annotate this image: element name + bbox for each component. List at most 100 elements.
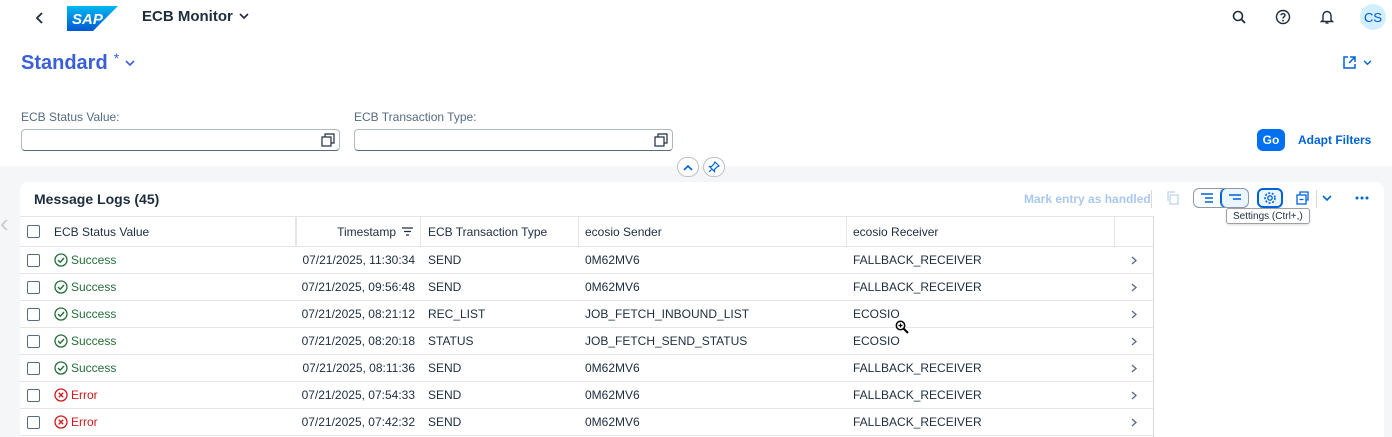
success-icon (54, 280, 68, 294)
receiver-cell: ECOSIO (853, 307, 900, 321)
status-value: Error (54, 415, 98, 429)
status-text: Error (71, 388, 98, 402)
timestamp-cell: 07/21/2025, 07:54:33 (301, 388, 415, 402)
help-icon[interactable] (1272, 6, 1294, 28)
row-navigation-icon[interactable] (1115, 409, 1153, 435)
row-density-segmented[interactable] (1193, 188, 1249, 208)
variant-modified-marker: * (113, 49, 120, 66)
table-row[interactable]: Success 07/21/2025, 08:20:18 STATUS JOB_FET… (20, 328, 1153, 355)
back-icon[interactable] (30, 8, 50, 28)
row-checkbox[interactable] (27, 388, 40, 402)
table-row[interactable]: Error 07/21/2025, 07:42:32 SEND 0M62MV6 FALL… (20, 409, 1153, 436)
table-row[interactable]: Success 07/21/2025, 09:56:48 SEND 0M62MV6 FA… (20, 274, 1153, 301)
column-header-timestamp[interactable]: Timestamp (296, 217, 421, 246)
column-header-receiver[interactable]: ecosio Receiver (847, 217, 1115, 246)
row-navigation-icon[interactable] (1115, 274, 1153, 300)
copy-icon[interactable] (1160, 188, 1186, 208)
type-cell: STATUS (428, 334, 474, 348)
collapse-rows-icon[interactable] (1219, 189, 1248, 207)
table-row[interactable]: Success 07/21/2025, 08:11:36 SEND 0M62MV6 FA… (20, 355, 1153, 382)
chevron-up-icon (683, 164, 693, 171)
error-icon (54, 388, 68, 402)
type-cell: SEND (428, 388, 462, 402)
column-header-sender[interactable]: ecosio Sender (579, 217, 847, 246)
go-button[interactable]: Go (1257, 129, 1285, 151)
column-header-status[interactable]: ECB Status Value (54, 217, 296, 246)
settings-icon[interactable] (1257, 188, 1283, 208)
sender-cell: JOB_FETCH_SEND_STATUS (585, 334, 748, 348)
type-filter-label: ECB Transaction Type: (354, 110, 477, 124)
collapse-header-button[interactable] (677, 157, 699, 177)
timestamp-cell: 07/21/2025, 07:42:32 (301, 415, 415, 429)
row-navigation-icon[interactable] (1115, 247, 1153, 273)
status-cell: Error (54, 382, 296, 408)
pin-icon (708, 161, 720, 173)
row-checkbox[interactable] (27, 415, 40, 429)
row-navigation-icon[interactable] (1115, 301, 1153, 327)
column-header-status-label: ECB Status Value (54, 224, 150, 239)
expand-rows-icon[interactable] (1194, 189, 1221, 207)
type-cell: REC_LIST (428, 307, 486, 321)
row-select-cell (27, 274, 45, 300)
notifications-icon[interactable] (1316, 6, 1338, 28)
collapse-side-arrow-icon[interactable]: ‹ (0, 208, 18, 238)
export-icon[interactable] (1289, 188, 1315, 208)
user-avatar[interactable]: CS (1360, 4, 1386, 30)
sender-cell: 0M62MV6 (585, 280, 640, 294)
app-title-menu[interactable]: ECB Monitor (142, 8, 249, 25)
message-logs-table: ECB Status Value Timestamp ECB Transacti… (20, 216, 1153, 436)
status-value: Success (54, 253, 116, 267)
row-navigation-icon[interactable] (1115, 328, 1153, 354)
row-select-cell (27, 409, 45, 435)
value-help-icon[interactable] (321, 133, 335, 147)
table-row[interactable]: Success 07/21/2025, 08:21:12 REC_LIST JOB_F… (20, 301, 1153, 328)
more-options-icon[interactable] (1349, 188, 1375, 208)
row-checkbox[interactable] (27, 280, 40, 294)
sap-logo: SAP (67, 6, 118, 31)
svg-text:SAP: SAP (72, 11, 104, 28)
chevron-down-icon (239, 13, 249, 20)
mark-handled-button[interactable]: Mark entry as handled (1024, 192, 1151, 206)
status-cell: Success (54, 301, 296, 327)
status-value: Error (54, 388, 98, 402)
search-icon[interactable] (1228, 6, 1250, 28)
variant-selector[interactable]: Standard * (21, 49, 135, 75)
status-filter-input[interactable] (21, 129, 340, 151)
timestamp-cell: 07/21/2025, 08:21:12 (301, 307, 415, 321)
status-value: Success (54, 334, 116, 348)
receiver-cell: ECOSIO (853, 334, 900, 348)
value-help-icon[interactable] (654, 133, 668, 147)
row-select-cell (27, 328, 45, 354)
type-cell: SEND (428, 280, 462, 294)
row-navigation-icon[interactable] (1115, 382, 1153, 408)
timestamp-cell: 07/21/2025, 08:20:18 (301, 334, 415, 348)
success-icon (54, 307, 68, 321)
chevron-down-icon (1363, 59, 1372, 65)
column-header-sender-label: ecosio Sender (585, 224, 662, 239)
table-row[interactable]: Success 07/21/2025, 11:30:34 SEND 0M62MV6 FA… (20, 247, 1153, 274)
share-button[interactable] (1342, 55, 1372, 70)
success-icon (54, 334, 68, 348)
column-header-type[interactable]: ECB Transaction Type (421, 217, 579, 246)
success-icon (54, 253, 68, 267)
type-filter-input[interactable] (354, 129, 673, 151)
row-checkbox[interactable] (27, 307, 40, 321)
row-checkbox[interactable] (27, 361, 40, 375)
row-navigation-icon[interactable] (1115, 355, 1153, 381)
variant-title: Standard (21, 52, 108, 74)
select-all-cell (27, 217, 45, 246)
sender-cell: 0M62MV6 (585, 361, 640, 375)
adapt-filters-button[interactable]: Adapt Filters (1298, 133, 1371, 147)
status-value: Success (54, 307, 116, 321)
row-checkbox[interactable] (27, 253, 40, 267)
export-menu-chevron-down-icon[interactable] (1317, 188, 1337, 208)
receiver-cell: FALLBACK_RECEIVER (853, 388, 982, 402)
pin-header-button[interactable] (703, 157, 725, 177)
type-cell: SEND (428, 361, 462, 375)
status-filter-label: ECB Status Value: (21, 110, 120, 124)
row-checkbox[interactable] (27, 334, 40, 348)
table-row[interactable]: Error 07/21/2025, 07:54:33 SEND 0M62MV6 FALL… (20, 382, 1153, 409)
row-select-cell (27, 247, 45, 273)
select-all-checkbox[interactable] (27, 225, 40, 238)
shell-bar: SAP ECB Monitor CS (0, 0, 1392, 36)
